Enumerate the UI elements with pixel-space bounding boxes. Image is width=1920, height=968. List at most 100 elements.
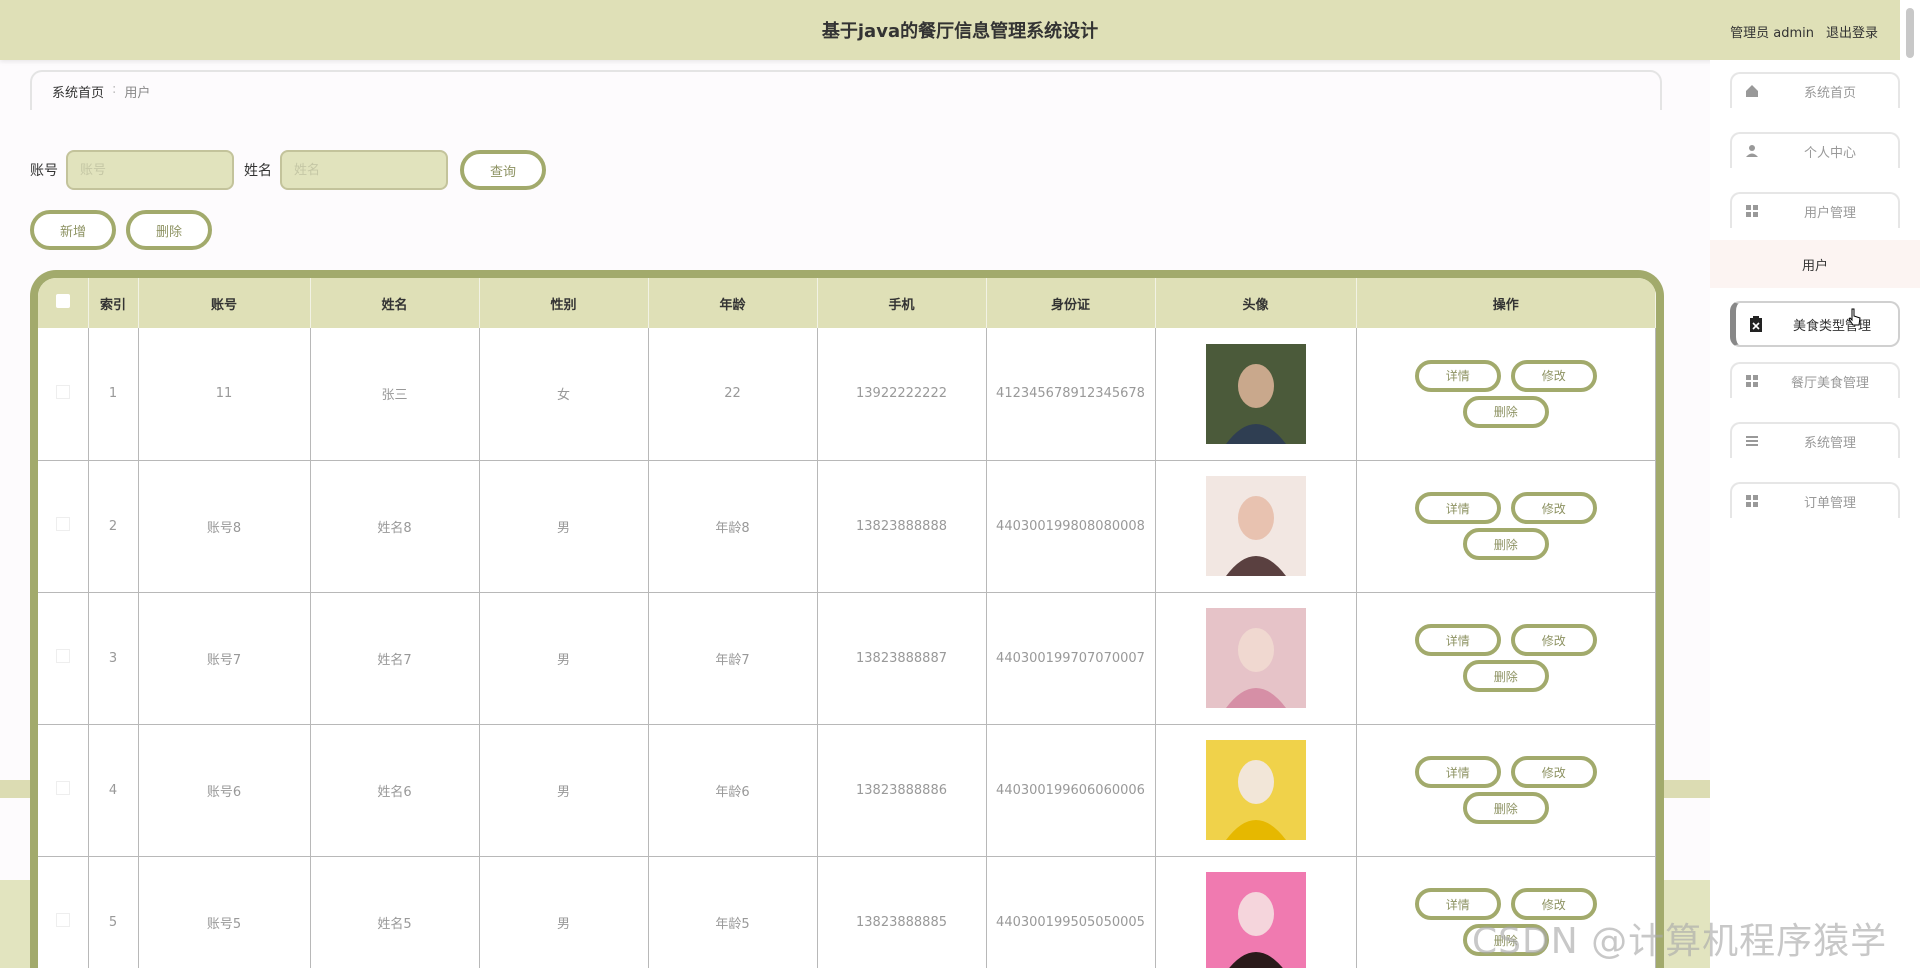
select-all-checkbox[interactable] — [55, 294, 70, 308]
index-cell: 3 — [88, 592, 139, 725]
sidebar-item-label: 餐厅美食管理 — [1790, 375, 1869, 391]
account-label: 账号 — [30, 163, 58, 179]
table-row: 4 账号6 姓名6 男年龄6 13823888886 440300199606060006… — [38, 724, 1656, 857]
column-header: 索引 — [88, 278, 139, 328]
account-cell: 账号5 — [138, 856, 311, 968]
id-card-cell: 412345678912345678 — [986, 328, 1156, 461]
operations-cell: 详情 修改 删除 — [1356, 328, 1656, 461]
row-select-cell — [38, 592, 89, 725]
sidebar-item-food-type-management[interactable]: 美食类型管理 — [1730, 301, 1900, 347]
edit-button[interactable]: 修改 — [1510, 359, 1597, 392]
index-cell: 1 — [88, 328, 139, 461]
account-search-input[interactable] — [66, 150, 234, 190]
sidebar-item-home[interactable]: 系统首页 — [1730, 72, 1900, 108]
sidebar-item-label: 用户管理 — [1803, 205, 1856, 221]
phone-cell: 13823888887 — [817, 592, 987, 725]
sidebar-item-label: 美食类型管理 — [1792, 318, 1871, 334]
avatar-cell — [1155, 460, 1357, 593]
index-cell: 2 — [88, 460, 139, 593]
table-row: 3 账号7 姓名7 男年龄7 13823888887 440300199707070007… — [38, 592, 1656, 725]
column-header: 身份证 — [986, 278, 1156, 328]
avatar — [1205, 343, 1306, 444]
user-area: 管理员 admin 退出登录 — [1730, 22, 1878, 41]
scrollbar-thumb[interactable] — [1906, 8, 1914, 58]
name-cell: 张三 — [310, 328, 480, 461]
age-cell: 年龄7 — [648, 592, 818, 725]
phone-cell: 13823888888 — [817, 460, 987, 593]
account-cell: 11 — [138, 328, 311, 461]
column-header: 性别 — [479, 278, 649, 328]
column-header: 手机 — [817, 278, 987, 328]
breadcrumb-home[interactable]: 系统首页 — [52, 82, 104, 101]
sidebar-item-profile[interactable]: 个人中心 — [1730, 132, 1900, 168]
column-header: 账号 — [138, 278, 311, 328]
grid-icon — [1732, 204, 1772, 218]
clipboard-icon — [1736, 316, 1776, 332]
edit-button[interactable]: 修改 — [1510, 492, 1597, 524]
delete-button[interactable]: 删除 — [1462, 660, 1549, 692]
row-select-cell — [38, 856, 89, 968]
delete-button[interactable]: 删除 — [1462, 792, 1549, 824]
row-checkbox[interactable] — [55, 384, 70, 399]
age-cell: 年龄8 — [648, 460, 818, 593]
detail-button[interactable]: 详情 — [1414, 624, 1501, 656]
account-cell: 账号7 — [138, 592, 311, 725]
phone-cell: 13922222222 — [817, 328, 987, 461]
index-cell: 5 — [88, 856, 139, 968]
edit-button[interactable]: 修改 — [1510, 756, 1597, 788]
grid-icon — [1732, 494, 1772, 508]
id-card-cell: 440300199808080008 — [986, 460, 1156, 593]
row-select-cell — [38, 460, 89, 593]
sidebar-item-order-management[interactable]: 订单管理 — [1730, 482, 1900, 518]
operations-cell: 详情 修改删除 — [1356, 724, 1656, 857]
delete-button[interactable]: 删除 — [1462, 395, 1549, 428]
logout-link[interactable]: 退出登录 — [1826, 22, 1878, 41]
sidebar-subitem-user[interactable]: 用户 — [1710, 240, 1920, 288]
breadcrumb-separator: : — [112, 82, 117, 97]
mouse-cursor-icon — [1848, 308, 1861, 326]
app-title: 基于java的餐厅信息管理系统设计 — [821, 21, 1099, 42]
sidebar-item-restaurant-food-management[interactable]: 餐厅美食管理 — [1730, 362, 1900, 398]
detail-button[interactable]: 详情 — [1414, 359, 1501, 392]
home-icon — [1732, 84, 1772, 98]
gender-cell: 女 — [479, 328, 649, 461]
sidebar-item-system-management[interactable]: 系统管理 — [1730, 422, 1900, 458]
edit-button[interactable]: 修改 — [1510, 624, 1597, 656]
detail-button[interactable]: 详情 — [1414, 756, 1501, 788]
operations-cell: 详情 修改删除 — [1356, 592, 1656, 725]
index-cell: 4 — [88, 724, 139, 857]
phone-cell: 13823888885 — [817, 856, 987, 968]
delete-button[interactable]: 删除 — [1462, 528, 1549, 560]
phone-cell: 13823888886 — [817, 724, 987, 857]
operations-cell: 详情 修改删除 — [1356, 460, 1656, 593]
name-cell: 姓名6 — [310, 724, 480, 857]
account-cell: 账号6 — [138, 724, 311, 857]
table-header-row: 索引 账号 姓名 性别 年龄 手机 身份证 头像 操作 — [38, 278, 1656, 328]
query-button[interactable]: 查询 — [460, 150, 546, 190]
row-checkbox[interactable] — [55, 781, 70, 795]
search-bar: 账号 姓名 查询 — [30, 150, 546, 190]
avatar-cell — [1155, 328, 1357, 461]
person-icon — [1732, 144, 1772, 158]
breadcrumb: 系统首页 : 用户 — [30, 70, 1662, 110]
batch-delete-button[interactable]: 删除 — [126, 210, 212, 250]
add-button[interactable]: 新增 — [30, 210, 116, 250]
row-select-cell — [38, 724, 89, 857]
gender-cell: 男 — [479, 856, 649, 968]
table-row: 5 账号5 姓名5 男年龄5 13823888885 440300199505050005… — [38, 856, 1656, 968]
age-cell: 年龄5 — [648, 856, 818, 968]
gender-cell: 男 — [479, 460, 649, 593]
row-checkbox[interactable] — [55, 649, 70, 663]
row-checkbox[interactable] — [55, 913, 70, 927]
name-cell: 姓名5 — [310, 856, 480, 968]
avatar — [1205, 476, 1306, 576]
row-checkbox[interactable] — [55, 517, 70, 531]
action-bar: 新增 删除 — [30, 210, 212, 250]
name-search-input[interactable] — [280, 150, 448, 190]
table-row: 2 账号8 姓名8 男年龄8 13823888888 440300199808080008… — [38, 460, 1656, 593]
sidebar-item-user-management[interactable]: 用户管理 — [1730, 192, 1900, 228]
sidebar-item-label: 系统首页 — [1803, 85, 1856, 101]
avatar — [1205, 740, 1306, 840]
id-card-cell: 440300199505050005 — [986, 856, 1156, 968]
detail-button[interactable]: 详情 — [1414, 492, 1501, 524]
